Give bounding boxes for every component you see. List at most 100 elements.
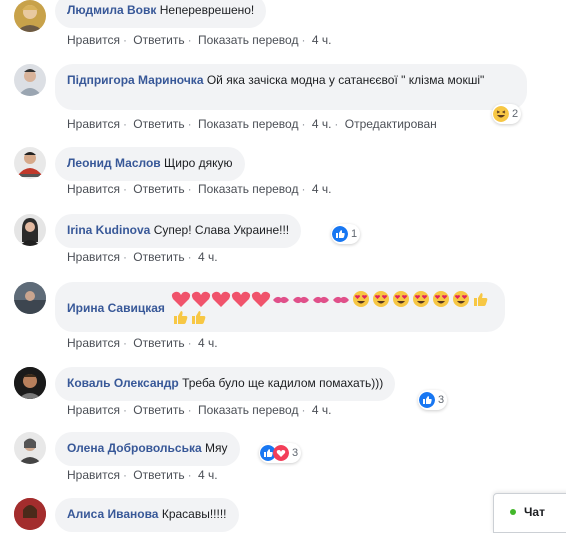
thumbs-up-emoji-icon xyxy=(473,293,488,306)
comment-text: Супер! Слава Украине!!! xyxy=(153,223,290,237)
kiss-mark-emoji-icon xyxy=(292,296,309,304)
user-photo-icon xyxy=(16,5,44,32)
separator: · xyxy=(334,117,339,131)
avatar[interactable] xyxy=(14,64,46,96)
separator: · xyxy=(301,117,306,131)
separator: · xyxy=(187,250,192,264)
timestamp[interactable]: 4 ч. xyxy=(198,468,218,482)
like-link[interactable]: Нравится xyxy=(67,468,120,482)
author-name[interactable]: Олена Добровольська xyxy=(67,441,202,455)
author-name[interactable]: Коваль Олександр xyxy=(67,376,179,390)
author-name[interactable]: Людмила Вовк xyxy=(67,3,156,17)
thumbs-up-emoji-icon xyxy=(173,311,188,324)
separator: · xyxy=(301,33,306,47)
like-link[interactable]: Нравится xyxy=(67,33,120,47)
reaction-badge[interactable]: 3 xyxy=(259,443,302,463)
heart-eyes-emoji-icon xyxy=(352,291,369,307)
like-link[interactable]: Нравится xyxy=(67,403,120,417)
avatar[interactable] xyxy=(14,147,46,179)
kiss-mark-emoji-icon xyxy=(332,296,349,304)
heart-eyes-emoji-icon xyxy=(432,291,449,307)
comment-bubble: Леонид Маслов Щиро дякую xyxy=(55,147,245,181)
avatar[interactable] xyxy=(14,432,46,464)
comment-text: Ой яка зачіска модна у сатанєєвої " кліз… xyxy=(206,73,485,87)
author-name[interactable]: Irina Kudinova xyxy=(67,223,150,237)
translate-link[interactable]: Показать перевод xyxy=(198,117,299,131)
like-link[interactable]: Нравится xyxy=(67,182,120,196)
reply-link[interactable]: Ответить xyxy=(133,336,184,350)
reply-link[interactable]: Ответить xyxy=(133,33,184,47)
chat-tab[interactable]: Чат xyxy=(493,493,566,533)
heart-emoji-icon xyxy=(211,291,231,307)
avatar[interactable] xyxy=(14,367,46,399)
comment-bubble: Ирина Савицкая xyxy=(55,282,505,332)
separator: · xyxy=(187,182,192,196)
heart-emoji-icon xyxy=(251,291,271,307)
reaction-count: 3 xyxy=(438,394,445,406)
like-reaction-icon xyxy=(332,226,348,242)
separator: · xyxy=(301,182,306,196)
heart-emoji-icon xyxy=(191,291,211,307)
comment-text: Треба було ще кадилом помахать))) xyxy=(182,376,384,390)
user-photo-icon xyxy=(14,282,46,314)
separator: · xyxy=(122,33,127,47)
comment-actions: Нравится · Ответить · Показать перевод · 4 … xyxy=(67,403,331,417)
avatar[interactable] xyxy=(14,0,46,32)
comment-bubble: Irina Kudinova Супер! Слава Украине!!! xyxy=(55,214,302,248)
comment-text: Мяу xyxy=(205,441,228,455)
avatar[interactable] xyxy=(14,282,46,314)
comment-actions: Нравится · Ответить · 4 ч. xyxy=(67,468,218,482)
reaction-count: 1 xyxy=(351,228,358,240)
separator: · xyxy=(122,117,127,131)
timestamp[interactable]: 4 ч. xyxy=(312,182,332,196)
comment-bubble: Підпригора Мариночка Ой яка зачіска модн… xyxy=(55,64,527,110)
author-name[interactable]: Алиса Иванова xyxy=(67,507,158,521)
like-link[interactable]: Нравится xyxy=(67,117,120,131)
separator: · xyxy=(122,250,127,264)
love-reaction-icon xyxy=(273,445,289,461)
reaction-badge[interactable]: 1 xyxy=(331,224,361,244)
emoji-row xyxy=(171,290,491,326)
author-name[interactable]: Ирина Савицкая xyxy=(67,300,165,316)
separator: · xyxy=(187,336,192,350)
timestamp[interactable]: 4 ч. xyxy=(312,117,332,131)
avatar[interactable] xyxy=(14,498,46,530)
online-status-icon xyxy=(510,509,516,515)
laugh-emoji-icon xyxy=(493,106,509,122)
timestamp[interactable]: 4 ч. xyxy=(198,336,218,350)
like-link[interactable]: Нравится xyxy=(67,336,120,350)
user-photo-icon xyxy=(14,367,46,399)
translate-link[interactable]: Показать перевод xyxy=(198,33,299,47)
separator: · xyxy=(122,336,127,350)
translate-link[interactable]: Показать перевод xyxy=(198,182,299,196)
timestamp[interactable]: 4 ч. xyxy=(312,33,332,47)
separator: · xyxy=(122,468,127,482)
timestamp[interactable]: 4 ч. xyxy=(312,403,332,417)
reply-link[interactable]: Ответить xyxy=(133,403,184,417)
reply-link[interactable]: Ответить xyxy=(133,250,184,264)
like-link[interactable]: Нравится xyxy=(67,250,120,264)
timestamp[interactable]: 4 ч. xyxy=(198,250,218,264)
comment-bubble: Коваль Олександр Треба було ще кадилом п… xyxy=(55,367,396,401)
author-name[interactable]: Підпригора Мариночка xyxy=(67,73,204,87)
kiss-mark-emoji-icon xyxy=(272,296,289,304)
reply-link[interactable]: Ответить xyxy=(133,182,184,196)
separator: · xyxy=(187,33,192,47)
separator: · xyxy=(187,117,192,131)
reaction-badge[interactable]: 2 xyxy=(492,104,522,124)
comment-bubble: Людмила Вовк Непереврешено! xyxy=(55,0,267,28)
reply-link[interactable]: Ответить xyxy=(133,468,184,482)
reaction-badge[interactable]: 3 xyxy=(418,390,448,410)
avatar[interactable] xyxy=(14,214,46,246)
edited-label[interactable]: Отредактирован xyxy=(345,117,437,131)
comment-actions: Нравится · Ответить · 4 ч. xyxy=(67,336,218,350)
heart-emoji-icon xyxy=(231,291,251,307)
translate-link[interactable]: Показать перевод xyxy=(198,403,299,417)
comment-actions: Нравится · Ответить · Показать перевод · 4 … xyxy=(67,182,331,196)
user-photo-icon xyxy=(18,69,42,96)
separator: · xyxy=(187,468,192,482)
reply-link[interactable]: Ответить xyxy=(133,117,184,131)
author-name[interactable]: Леонид Маслов xyxy=(67,156,161,170)
comment-actions: Нравится · Ответить · Показать перевод · 4 … xyxy=(67,33,331,47)
like-reaction-icon xyxy=(419,392,435,408)
